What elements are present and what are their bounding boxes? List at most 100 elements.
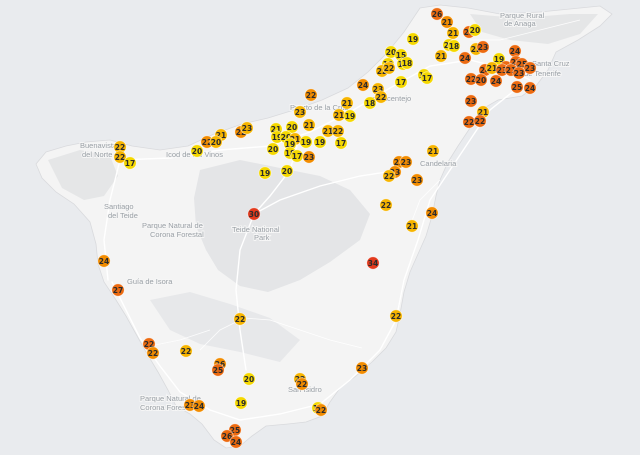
temperature-marker[interactable]: 24	[229, 435, 243, 449]
temperature-marker[interactable]: 21	[340, 96, 354, 110]
temperature-marker[interactable]: 17	[394, 75, 408, 89]
marker-temperature-value: 20	[287, 123, 297, 132]
marker-temperature-value: 23	[514, 69, 524, 78]
temperature-marker[interactable]: 23	[240, 121, 254, 135]
temperature-marker[interactable]: 18	[447, 39, 461, 53]
temperature-marker[interactable]: 24	[458, 51, 472, 65]
marker-temperature-value: 22	[464, 118, 474, 127]
temperature-marker[interactable]: 23	[399, 155, 413, 169]
marker-temperature-value: 19	[236, 399, 246, 408]
temperature-marker[interactable]: 22	[462, 115, 476, 129]
place-label: Candelaria	[420, 159, 457, 168]
temperature-marker[interactable]: 20	[280, 164, 294, 178]
marker-temperature-value: 20	[192, 147, 202, 156]
place-label: del Teide	[108, 211, 138, 220]
temperature-marker[interactable]: 21	[302, 118, 316, 132]
temperature-marker[interactable]: 22	[233, 312, 247, 326]
temperature-marker[interactable]: 24	[489, 74, 503, 88]
temperature-marker[interactable]: 23	[355, 361, 369, 375]
temperature-marker[interactable]: 27	[111, 283, 125, 297]
temperature-marker[interactable]: 24	[425, 206, 439, 220]
temperature-marker[interactable]: 21	[434, 49, 448, 63]
temperature-marker[interactable]: 22	[304, 88, 318, 102]
temperature-marker[interactable]: 24	[523, 81, 537, 95]
marker-temperature-value: 19	[408, 35, 418, 44]
temperature-marker[interactable]: 19	[343, 109, 357, 123]
marker-temperature-value: 21	[448, 29, 458, 38]
temperature-marker[interactable]: 24	[192, 399, 206, 413]
temperature-marker[interactable]: 23	[523, 61, 537, 75]
marker-temperature-value: 20	[282, 167, 292, 176]
temperature-marker[interactable]: 30	[247, 207, 261, 221]
temperature-marker[interactable]: 22	[379, 198, 393, 212]
marker-temperature-value: 22	[115, 153, 125, 162]
temperature-marker[interactable]: 20	[209, 135, 223, 149]
temperature-marker[interactable]: 20	[468, 23, 482, 37]
marker-temperature-value: 23	[478, 43, 488, 52]
marker-temperature-value: 17	[422, 74, 432, 83]
temperature-marker[interactable]: 17	[334, 136, 348, 150]
temperature-marker[interactable]: 19	[299, 135, 313, 149]
temperature-marker[interactable]: 23	[476, 40, 490, 54]
marker-temperature-value: 23	[304, 153, 314, 162]
temperature-marker[interactable]: 25	[510, 80, 524, 94]
marker-temperature-value: 24	[525, 84, 535, 93]
temperature-marker[interactable]: 20	[190, 144, 204, 158]
temperature-marker[interactable]: 20	[242, 372, 256, 386]
marker-temperature-value: 22	[181, 347, 191, 356]
place-label: de Anaga	[504, 19, 537, 28]
temperature-marker[interactable]: 22	[314, 403, 328, 417]
marker-temperature-value: 18	[402, 59, 412, 68]
marker-temperature-value: 22	[316, 406, 326, 415]
temperature-marker[interactable]: 34	[366, 256, 380, 270]
temperature-marker[interactable]: 22	[146, 346, 160, 360]
temperature-marker[interactable]: 20	[474, 73, 488, 87]
temperature-marker[interactable]: 24	[356, 78, 370, 92]
temperature-marker[interactable]: 23	[293, 105, 307, 119]
temperature-marker[interactable]: 18	[400, 56, 414, 70]
marker-temperature-value: 22	[475, 117, 485, 126]
temperature-marker[interactable]: 17	[123, 156, 137, 170]
temperature-marker[interactable]: 22	[382, 169, 396, 183]
marker-temperature-value: 24	[460, 54, 470, 63]
temperature-marker[interactable]: 17	[420, 71, 434, 85]
temperature-marker[interactable]: 22	[473, 114, 487, 128]
marker-temperature-value: 19	[345, 112, 355, 121]
temperature-marker[interactable]: 21	[332, 108, 346, 122]
temperature-marker[interactable]: 23	[512, 66, 526, 80]
temperature-marker[interactable]: 22	[331, 124, 345, 138]
marker-temperature-value: 20	[476, 76, 486, 85]
marker-temperature-value: 23	[466, 97, 476, 106]
temperature-marker[interactable]: 19	[313, 135, 327, 149]
temperature-marker[interactable]: 24	[97, 254, 111, 268]
marker-temperature-value: 21	[342, 99, 352, 108]
temperature-marker[interactable]: 19	[234, 396, 248, 410]
weather-map[interactable]: Buenavista del Norte Icod de los Vinos S…	[0, 0, 640, 455]
marker-temperature-value: 22	[384, 64, 394, 73]
marker-temperature-value: 21	[407, 222, 417, 231]
temperature-marker[interactable]: 21	[440, 15, 454, 29]
marker-temperature-value: 23	[357, 364, 367, 373]
temperature-marker[interactable]: 21	[405, 219, 419, 233]
temperature-marker[interactable]: 22	[374, 90, 388, 104]
temperature-marker[interactable]: 17	[290, 149, 304, 163]
temperature-marker[interactable]: 21	[446, 26, 460, 40]
temperature-marker[interactable]: 21	[426, 144, 440, 158]
temperature-marker[interactable]: 25	[211, 363, 225, 377]
marker-temperature-value: 25	[512, 83, 522, 92]
temperature-marker[interactable]: 23	[302, 150, 316, 164]
temperature-marker[interactable]: 22	[382, 61, 396, 75]
temperature-marker[interactable]: 18	[363, 96, 377, 110]
temperature-marker[interactable]: 24	[508, 44, 522, 58]
temperature-marker[interactable]: 22	[179, 344, 193, 358]
temperature-marker[interactable]: 19	[258, 166, 272, 180]
temperature-marker[interactable]: 23	[464, 94, 478, 108]
marker-temperature-value: 30	[249, 210, 259, 219]
place-label: Parque Natural de	[142, 221, 203, 230]
temperature-marker[interactable]: 20	[266, 142, 280, 156]
temperature-marker[interactable]: 19	[406, 32, 420, 46]
marker-temperature-value: 22	[384, 172, 394, 181]
temperature-marker[interactable]: 22	[295, 377, 309, 391]
temperature-marker[interactable]: 23	[410, 173, 424, 187]
temperature-marker[interactable]: 22	[389, 309, 403, 323]
